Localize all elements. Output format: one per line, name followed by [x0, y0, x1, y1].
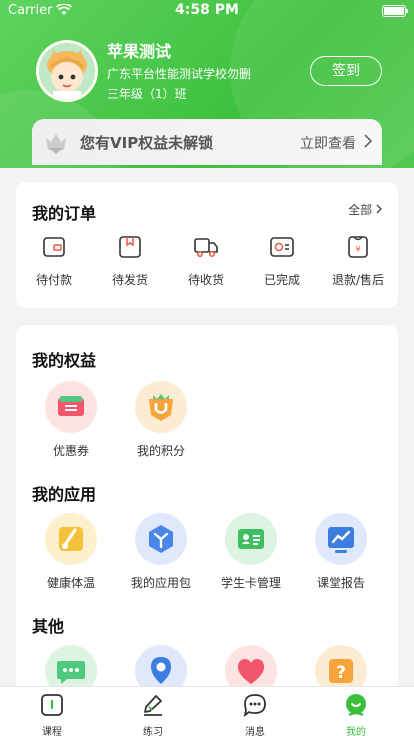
other-title: 其他	[32, 617, 65, 636]
order-label: 已完成	[263, 273, 300, 287]
app-label: 健康体温	[46, 576, 95, 590]
app-label: 课堂报告	[316, 576, 365, 590]
app-label: 学生卡管理	[220, 576, 281, 590]
heart-icon	[237, 659, 265, 684]
course-icon	[41, 694, 63, 716]
report-chart-icon	[328, 527, 354, 553]
benefit-label: 我的积分	[136, 444, 185, 458]
orders-all-label: 全部	[348, 203, 373, 217]
order-completed[interactable]: 已完成	[250, 234, 314, 288]
location-pin-icon	[151, 657, 171, 684]
package-icon	[119, 236, 141, 258]
refund-icon: ¥	[348, 236, 368, 258]
orders-title: 我的订单	[32, 204, 97, 223]
tab-course[interactable]: 课程	[22, 693, 82, 736]
services-card: 我的权益 优惠券 我的积分 我的应用 健康体温 我的应用包 学生卡管理 课堂报告…	[16, 325, 398, 725]
orders-card: 我的订单 全部 待付款 待发货 待收货 已完成 ¥ 退款/售后	[16, 182, 398, 308]
app-class-report[interactable]: 课堂报告	[298, 513, 384, 591]
profile-header: Carrier 4:58 PM 苹果测试 广东平台性能测试学校勿删 三年级（1）…	[0, 0, 414, 168]
points-badge-icon	[149, 394, 173, 421]
order-label: 待发货	[111, 273, 148, 287]
avatar-illustration	[39, 43, 95, 99]
truck-icon	[194, 238, 218, 257]
benefits-title: 我的权益	[32, 351, 97, 370]
benefit-coupon[interactable]: 优惠券	[28, 381, 114, 459]
order-pending-payment[interactable]: 待付款	[22, 234, 86, 288]
pencil-icon	[144, 695, 162, 716]
order-pending-receipt[interactable]: 待收货	[174, 234, 238, 288]
app-student-card[interactable]: 学生卡管理	[208, 513, 294, 591]
order-label: 退款/售后	[331, 273, 385, 287]
svg-text:?: ?	[336, 663, 346, 683]
tab-profile[interactable]: 我的	[326, 693, 386, 736]
order-pending-shipment[interactable]: 待发货	[98, 234, 162, 288]
app-label: 我的应用包	[130, 576, 191, 590]
signin-button[interactable]: 签到	[310, 56, 382, 86]
question-icon: ?	[329, 659, 353, 683]
svg-text:¥: ¥	[355, 245, 360, 254]
tab-label: 课程	[42, 727, 62, 736]
tab-label: 我的	[346, 727, 366, 736]
order-label: 待付款	[35, 273, 72, 287]
tab-label: 消息	[245, 727, 265, 736]
tab-bar: 课程 练习 消息 我的	[0, 686, 414, 736]
app-package[interactable]: 我的应用包	[118, 513, 204, 591]
order-refund[interactable]: ¥ 退款/售后	[326, 234, 390, 288]
avatar[interactable]	[36, 40, 98, 102]
order-label: 待收货	[187, 273, 224, 287]
app-package-icon	[149, 525, 173, 553]
tab-messages[interactable]: 消息	[225, 693, 285, 736]
orders-all-link[interactable]: 全部	[348, 201, 382, 218]
status-bar: Carrier 4:58 PM	[0, 0, 414, 22]
chevron-right-icon	[364, 134, 372, 148]
tab-label: 练习	[143, 727, 163, 736]
chevron-right-icon	[376, 204, 382, 214]
vip-crown-icon	[46, 134, 66, 154]
chat-bubble-icon	[57, 661, 85, 684]
battery-icon	[382, 5, 408, 17]
profile-icon	[346, 694, 366, 717]
user-name: 苹果测试	[107, 42, 172, 61]
class-name: 三年级（1）班	[107, 87, 187, 101]
benefit-label: 优惠券	[52, 444, 89, 458]
thermometer-icon	[59, 527, 83, 551]
vip-banner-text: 您有VIP权益未解锁	[80, 134, 214, 152]
wallet-icon	[43, 237, 65, 257]
clock: 4:58 PM	[175, 2, 239, 18]
check-card-icon	[270, 237, 294, 257]
vip-view-link[interactable]: 立即查看	[300, 133, 356, 153]
apps-title: 我的应用	[32, 485, 97, 504]
vip-banner[interactable]: 您有VIP权益未解锁 立即查看	[32, 119, 382, 165]
benefit-points[interactable]: 我的积分	[118, 381, 204, 459]
app-health-temperature[interactable]: 健康体温	[28, 513, 114, 591]
coupon-icon	[58, 396, 84, 416]
message-icon	[243, 694, 266, 718]
tab-practice[interactable]: 练习	[123, 693, 183, 736]
student-card-icon	[238, 529, 264, 549]
school-name: 广东平台性能测试学校勿删	[107, 67, 252, 81]
